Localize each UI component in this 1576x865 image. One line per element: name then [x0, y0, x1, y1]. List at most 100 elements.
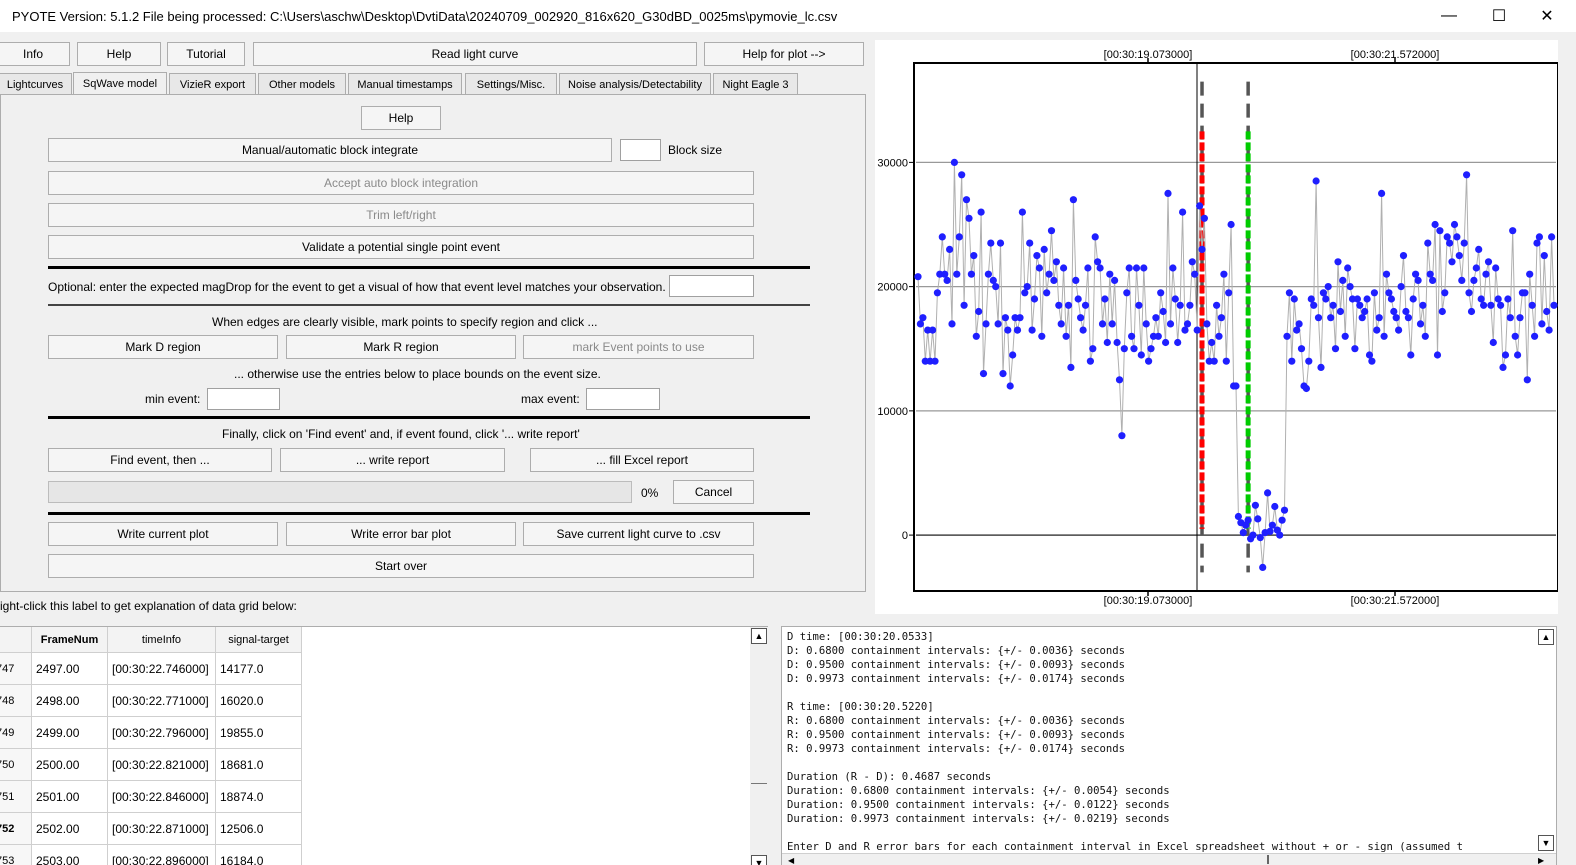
- data-point[interactable]: [1251, 501, 1259, 509]
- data-point[interactable]: [1324, 283, 1332, 291]
- data-point[interactable]: [1489, 338, 1497, 347]
- data-point[interactable]: [1021, 289, 1029, 297]
- data-point[interactable]: [1154, 332, 1162, 340]
- data-point[interactable]: [1370, 289, 1378, 297]
- data-point[interactable]: [1174, 338, 1182, 347]
- data-point[interactable]: [941, 270, 949, 278]
- table-cell[interactable]: [00:30:22.771000]: [108, 685, 216, 717]
- find-event-button[interactable]: Find event, then ...: [48, 448, 272, 472]
- data-point[interactable]: [1169, 264, 1177, 272]
- data-point[interactable]: [1254, 515, 1262, 523]
- data-point[interactable]: [967, 270, 975, 278]
- table-cell[interactable]: [00:30:22.796000]: [108, 717, 216, 749]
- tab-other-models[interactable]: Other models: [258, 73, 346, 95]
- data-point[interactable]: [953, 270, 961, 278]
- data-point[interactable]: [1460, 239, 1468, 247]
- data-point[interactable]: [1526, 270, 1534, 278]
- data-point[interactable]: [1402, 307, 1410, 316]
- data-point[interactable]: [1120, 345, 1128, 353]
- data-point[interactable]: [1448, 258, 1456, 266]
- data-point[interactable]: [1208, 338, 1216, 347]
- data-point[interactable]: [1016, 314, 1024, 322]
- data-point[interactable]: [1550, 301, 1558, 309]
- data-point[interactable]: [1062, 332, 1070, 340]
- data-point[interactable]: [1283, 332, 1291, 340]
- data-point[interactable]: [1336, 307, 1344, 316]
- data-point[interactable]: [1407, 351, 1415, 359]
- data-point[interactable]: [931, 357, 939, 365]
- data-point[interactable]: [1103, 338, 1111, 347]
- data-point[interactable]: [1351, 345, 1359, 353]
- data-point[interactable]: [1052, 258, 1060, 266]
- data-point[interactable]: [1271, 502, 1279, 511]
- tab-settings-misc[interactable]: Settings/Misc.: [465, 73, 557, 95]
- data-point[interactable]: [1322, 295, 1330, 303]
- data-point[interactable]: [1198, 245, 1206, 253]
- data-point[interactable]: [1504, 295, 1512, 303]
- data-point[interactable]: [1501, 351, 1510, 359]
- table-cell[interactable]: 18874.0: [216, 781, 302, 813]
- data-point[interactable]: [1368, 357, 1376, 365]
- data-point[interactable]: [1363, 295, 1371, 303]
- data-point[interactable]: [1346, 283, 1354, 291]
- data-point[interactable]: [1057, 320, 1065, 328]
- data-point[interactable]: [1183, 320, 1192, 328]
- data-point[interactable]: [1111, 276, 1119, 284]
- scroll-up-icon[interactable]: ▲: [751, 628, 767, 644]
- data-point[interactable]: [1497, 301, 1505, 309]
- data-point[interactable]: [1113, 338, 1121, 347]
- data-point[interactable]: [1077, 314, 1085, 322]
- data-point[interactable]: [1385, 289, 1393, 297]
- data-point[interactable]: [1458, 276, 1466, 284]
- data-point[interactable]: [1494, 295, 1502, 303]
- report-scroll-up-icon[interactable]: ▲: [1538, 629, 1554, 645]
- data-point[interactable]: [1531, 332, 1539, 340]
- data-point[interactable]: [1361, 307, 1369, 316]
- scroll-left-icon[interactable]: ◀: [788, 856, 794, 865]
- read-light-curve-button[interactable]: Read light curve: [253, 42, 697, 66]
- data-point[interactable]: [1244, 516, 1252, 524]
- write-error-bar-plot-button[interactable]: Write error bar plot: [286, 522, 516, 546]
- report-scroll-down-icon[interactable]: ▼: [1538, 835, 1554, 851]
- data-point[interactable]: [1060, 264, 1068, 272]
- row-header-current[interactable]: 752: [0, 813, 32, 845]
- data-point[interactable]: [1084, 264, 1092, 272]
- row-header[interactable]: 753: [0, 845, 32, 865]
- data-point[interactable]: [1378, 189, 1386, 197]
- data-point[interactable]: [1018, 208, 1026, 216]
- data-point[interactable]: [1414, 276, 1422, 284]
- data-point[interactable]: [1033, 252, 1041, 260]
- table-cell[interactable]: [00:30:22.871000]: [108, 813, 216, 845]
- data-point[interactable]: [1196, 202, 1204, 210]
- table-cell[interactable]: 18681.0: [216, 749, 302, 781]
- scroll-down-icon[interactable]: ▼: [751, 855, 767, 865]
- data-point[interactable]: [992, 283, 1000, 291]
- data-point[interactable]: [1164, 189, 1172, 197]
- data-point[interactable]: [1091, 233, 1099, 241]
- data-point[interactable]: [955, 233, 963, 241]
- data-point[interactable]: [1210, 357, 1218, 365]
- scroll-thumb[interactable]: [751, 783, 767, 791]
- tab-manual-timestamps[interactable]: Manual timestamps: [348, 73, 462, 95]
- data-point[interactable]: [1380, 332, 1388, 340]
- validate-single-point-button[interactable]: Validate a potential single point event: [48, 235, 754, 259]
- row-header[interactable]: 751: [0, 781, 32, 813]
- data-point[interactable]: [1050, 276, 1058, 284]
- data-point[interactable]: [950, 158, 958, 166]
- data-point[interactable]: [1475, 245, 1483, 253]
- data-point[interactable]: [1213, 301, 1221, 309]
- data-point[interactable]: [1344, 264, 1352, 272]
- data-point[interactable]: [1436, 227, 1444, 235]
- data-point[interactable]: [975, 307, 983, 316]
- data-point[interactable]: [1072, 276, 1080, 284]
- data-point[interactable]: [1081, 301, 1090, 309]
- data-point[interactable]: [1276, 531, 1284, 539]
- data-point[interactable]: [1140, 264, 1148, 272]
- report-text-area[interactable]: D time: [00:30:20.0533] D: 0.6800 contai…: [781, 626, 1557, 865]
- data-point[interactable]: [1130, 345, 1138, 353]
- column-header-timeinfo[interactable]: timeInfo: [108, 627, 216, 653]
- data-point[interactable]: [1470, 276, 1478, 284]
- data-point[interactable]: [1147, 345, 1155, 353]
- data-point[interactable]: [1455, 252, 1463, 260]
- data-point[interactable]: [1203, 320, 1211, 328]
